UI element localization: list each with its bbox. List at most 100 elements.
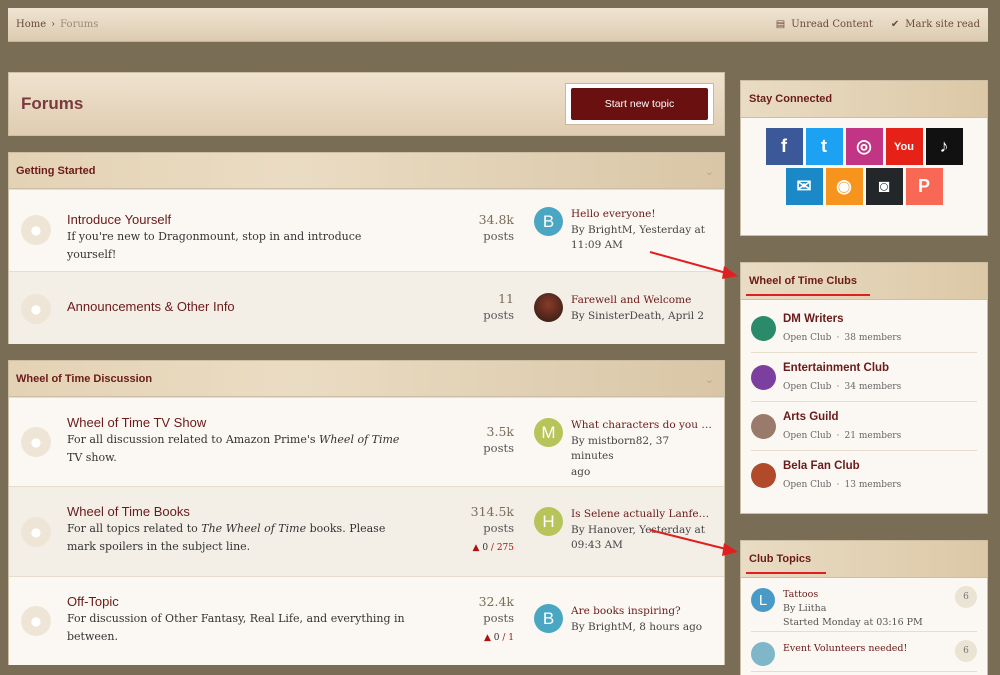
post-count-unit: posts [483, 308, 514, 322]
club-item[interactable]: DM Writers Open Club · 38 members [751, 304, 977, 353]
patreon-icon[interactable]: P [905, 168, 943, 205]
warning-count[interactable]: ▲ 0 / 1 [479, 630, 514, 646]
chevron-down-icon[interactable]: ⌄ [705, 165, 714, 178]
forum-row-tv-show[interactable]: ● Wheel of Time TV Show For all discussi… [9, 397, 724, 486]
club-name[interactable]: Bela Fan Club [783, 460, 901, 472]
last-post-meta: By Hanover, Yesterday at [571, 523, 705, 536]
club-avatar[interactable] [751, 463, 776, 488]
club-topic-item[interactable]: L Tattoos By Liitha Started Monday at 03:16… [751, 578, 977, 632]
club-avatar[interactable] [751, 364, 776, 390]
club-members: 21 members [844, 430, 902, 441]
unread-content-link[interactable]: ▤ Unread Content [776, 19, 873, 30]
club-avatar[interactable] [751, 413, 776, 439]
forum-stats: 34.8k posts [479, 212, 514, 244]
start-new-topic-button[interactable]: Start new topic [571, 88, 708, 120]
stay-connected-widget: Stay Connected f t ◎ You ♪ ✉ ◉ ◙ P [740, 80, 988, 236]
forum-stats: 314.5k posts ▲ 0 / 275 [471, 504, 514, 556]
topic-title[interactable]: Tattoos [783, 588, 923, 602]
club-members: 34 members [844, 381, 902, 392]
youtube-icon[interactable]: You [885, 128, 923, 165]
avatar[interactable] [751, 642, 775, 666]
forum-title[interactable]: Wheel of Time Books [67, 504, 407, 519]
discord-icon[interactable]: ◙ [865, 168, 903, 205]
avatar[interactable]: L [751, 588, 775, 612]
post-count: 11 [498, 291, 514, 306]
club-name[interactable]: Arts Guild [783, 411, 901, 423]
red-underline-annotation [746, 294, 870, 296]
topic-started: Started Monday at 03:16 PM [783, 617, 923, 628]
widget-header: Wheel of Time Clubs [741, 263, 987, 300]
avatar[interactable]: M [534, 418, 563, 447]
last-post-title[interactable]: Are books inspiring? [571, 604, 702, 620]
forum-title[interactable]: Announcements & Other Info [67, 299, 235, 314]
tiktok-icon[interactable]: ♪ [925, 128, 963, 165]
club-name[interactable]: Entertainment Club [783, 362, 901, 374]
last-post-title[interactable]: Hello everyone! [571, 207, 705, 223]
warning-icon: ▲ [483, 633, 491, 643]
club-type: Open Club [783, 381, 832, 392]
section-title: Wheel of Time Discussion [16, 372, 153, 385]
club-type: Open Club [783, 430, 832, 441]
meta-separator: · [836, 430, 840, 441]
club-topic-item[interactable]: Event Volunteers needed! 6 [751, 632, 977, 672]
forum-title[interactable]: Wheel of Time TV Show [67, 415, 407, 430]
email-icon[interactable]: ✉ [785, 168, 823, 205]
avatar[interactable] [534, 293, 563, 322]
checkmark-icon: ✔ [890, 19, 900, 30]
forum-chat-icon: ● [21, 215, 51, 245]
forum-row-off-topic[interactable]: ● Off-Topic For discussion of Other Fant… [9, 576, 724, 665]
forum-chat-icon: ● [21, 427, 51, 457]
club-avatar[interactable] [751, 315, 776, 341]
club-item[interactable]: Entertainment Club Open Club · 34 members [751, 353, 977, 402]
post-count: 3.5k [486, 424, 514, 439]
club-name[interactable]: DM Writers [783, 313, 901, 325]
forum-description: For discussion of Other Fantasy, Real Li… [67, 612, 405, 643]
unread-label: Unread Content [791, 19, 873, 30]
last-post-title[interactable]: Is Selene actually Lanfear? [571, 507, 713, 523]
last-post-time: 11:09 AM [571, 239, 623, 251]
twitter-icon[interactable]: t [805, 128, 843, 165]
topic-title[interactable]: Event Volunteers needed! [783, 642, 907, 656]
last-post-meta: By BrightM, Yesterday at [571, 223, 706, 236]
avatar[interactable]: B [534, 604, 563, 633]
last-post-title[interactable]: Farewell and Welcome [571, 293, 704, 309]
forum-row-introduce-yourself[interactable]: ● Introduce Yourself If you're new to Dr… [9, 189, 724, 271]
last-post-meta: By mistborn82, 37 minutes [571, 434, 670, 463]
club-item[interactable]: Bela Fan Club Open Club · 13 members [751, 451, 977, 500]
breadcrumb: Home › Forums [16, 19, 98, 30]
post-count-unit: posts [483, 229, 514, 243]
last-post: H Is Selene actually Lanfear? By Hanover… [534, 507, 714, 554]
section-header[interactable]: Wheel of Time Discussion ⌄ [9, 361, 724, 397]
section-wot-discussion: Wheel of Time Discussion ⌄ ● Wheel of Ti… [8, 360, 725, 665]
unread-icon: ▤ [775, 19, 786, 30]
forum-row-announcements[interactable]: ● Announcements & Other Info 11 posts Fa… [9, 271, 724, 344]
clubs-list: DM Writers Open Club · 38 members Entertai… [741, 300, 987, 500]
chevron-down-icon[interactable]: ⌄ [705, 373, 714, 386]
forum-description: For all discussion related to Amazon Pri… [67, 433, 400, 464]
last-post-title[interactable]: What characters do you thi... [571, 418, 713, 434]
club-item[interactable]: Arts Guild Open Club · 21 members [751, 402, 977, 451]
club-topics-widget: Club Topics L Tattoos By Liitha Started Mon… [740, 540, 988, 675]
section-header[interactable]: Getting Started ⌄ [9, 153, 724, 189]
instagram-icon[interactable]: ◎ [845, 128, 883, 165]
forum-title[interactable]: Introduce Yourself [67, 212, 407, 227]
facebook-icon[interactable]: f [765, 128, 803, 165]
last-post: M What characters do you thi... By mistb… [534, 418, 714, 480]
forum-description: For all topics related to The Wheel of T… [67, 522, 386, 553]
rss-icon[interactable]: ◉ [825, 168, 863, 205]
widget-title: Stay Connected [741, 81, 987, 118]
post-count: 314.5k [470, 504, 514, 519]
reply-count-badge: 6 [955, 640, 977, 662]
warning-count[interactable]: ▲ 0 / 275 [471, 540, 514, 556]
last-post: Farewell and Welcome By SinisterDeath, A… [534, 293, 714, 324]
widget-title: Club Topics [749, 553, 812, 565]
mark-site-read-link[interactable]: ✔ Mark site read [891, 19, 980, 30]
forum-title[interactable]: Off-Topic [67, 594, 407, 609]
avatar[interactable]: B [534, 207, 563, 236]
post-count-unit: posts [483, 441, 514, 455]
breadcrumb-home[interactable]: Home [16, 19, 46, 30]
forum-row-books[interactable]: ● Wheel of Time Books For all topics rel… [9, 486, 724, 576]
last-post-time: ago [571, 465, 591, 478]
club-members: 13 members [844, 480, 902, 490]
avatar[interactable]: H [534, 507, 563, 536]
